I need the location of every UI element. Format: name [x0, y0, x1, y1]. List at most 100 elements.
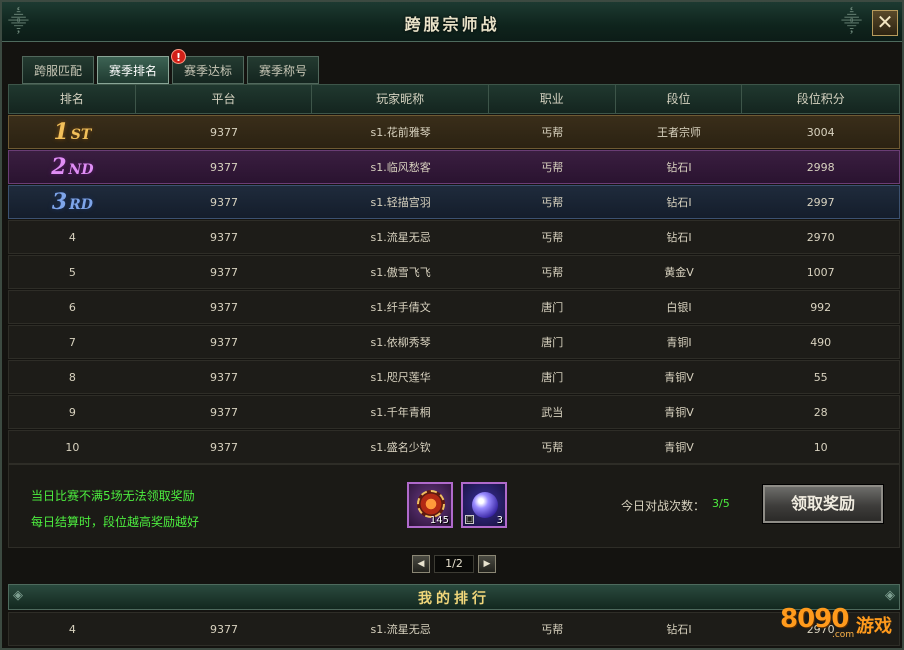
rank-cell: 3 RD [9, 189, 136, 215]
tab-season-titles[interactable]: 赛季称号 [247, 56, 319, 84]
rank-cell: 5 [68, 265, 76, 279]
rank-cell: 7 [68, 335, 76, 349]
platform-cell: 9377 [210, 370, 239, 384]
table-row[interactable]: 3 RD 9377 s1.轻描宫羽 丐帮 钻石I 2997 [8, 185, 900, 219]
tier-cell: 钻石I [666, 231, 692, 244]
score-cell: 28 [813, 405, 828, 419]
header-rank: 排名 [9, 85, 136, 113]
platform-cell: 9377 [210, 300, 239, 314]
header-tier-score: 段位积分 [796, 92, 845, 106]
table-row[interactable]: 4 9377 s1.流星无忌 丐帮 钻石I 2970 [8, 220, 900, 254]
tier-cell: 青铜I [666, 336, 692, 349]
pagination: ◀ 1/2 ▶ [412, 554, 496, 574]
player-name-cell: s1.流星无忌 [370, 623, 431, 636]
table-row[interactable]: 10 9377 s1.盛名少钦 丐帮 青铜V 10 [8, 430, 900, 464]
table-row[interactable]: 8 9377 s1.咫尺莲华 唐门 青铜V 55 [8, 360, 900, 394]
tier-cell: 钻石I [666, 196, 692, 209]
table-row[interactable]: 5 9377 s1.傲雪飞飞 丐帮 黄金V 1007 [8, 255, 900, 289]
claim-reward-button[interactable]: 领取奖励 [763, 485, 883, 523]
platform-cell: 9377 [210, 440, 239, 454]
player-name-cell: s1.流星无忌 [370, 231, 431, 244]
platform-cell: 9377 [210, 622, 239, 636]
score-cell: 992 [810, 300, 832, 314]
tier-cell: 黄金V [664, 266, 694, 279]
rule-tip-higher-tier: 每日结算时，段位越高奖励越好 [31, 515, 200, 529]
purple-orb-icon [472, 492, 498, 518]
class-cell: 丐帮 [541, 126, 564, 139]
reward-item-slot[interactable]: □ 3 [461, 482, 507, 528]
cross-server-master-window: ⸎ 跨服宗师战 ⸎ ✕ 跨服匹配 赛季排名 ! 赛季达标 赛季称号 排名 平台 玩… [0, 0, 904, 650]
next-page-button[interactable]: ▶ [478, 555, 496, 573]
player-name-cell: s1.纤手倩文 [370, 301, 431, 314]
table-row[interactable]: 9 9377 s1.千年青桐 武当 青铜V 28 [8, 395, 900, 429]
score-cell: 490 [810, 335, 832, 349]
rank-cell: 1 ST [9, 119, 136, 145]
alert-badge-icon: ! [171, 49, 186, 64]
title-bar: ⸎ 跨服宗师战 ⸎ ✕ [2, 2, 902, 42]
tab-season-ranking[interactable]: 赛季排名 [97, 56, 169, 84]
player-name-cell: s1.盛名少钦 [370, 441, 431, 454]
tab-season-goals[interactable]: ! 赛季达标 [171, 49, 244, 84]
header-class: 职业 [489, 85, 616, 113]
tier-cell: 青铜V [664, 406, 694, 419]
daily-battles-label: 今日对战次数： [621, 499, 706, 513]
close-button[interactable]: ✕ [872, 10, 898, 36]
reward-item-slot[interactable]: 145 [407, 482, 453, 528]
score-cell: 3004 [806, 125, 835, 139]
rank-cell: 9 [68, 405, 76, 419]
rank-cell: 10 [65, 440, 80, 454]
my-ranking-title: 我的排行 [418, 591, 490, 607]
score-cell: 2998 [806, 160, 835, 174]
third-place-medal: 3 RD [51, 189, 93, 215]
watermark-chinese: 游戏 [856, 616, 892, 637]
second-place-medal: 2 ND [51, 154, 94, 180]
my-ranking-header: ◈ 我的排行 ◈ [8, 584, 900, 610]
corner-ornament-icon: ⸎ [841, 9, 862, 33]
tab-cross-server-match[interactable]: 跨服匹配 [22, 56, 94, 84]
class-cell: 丐帮 [541, 623, 564, 636]
class-cell: 丐帮 [541, 161, 564, 174]
prev-page-button[interactable]: ◀ [412, 555, 430, 573]
table-row[interactable]: 2 ND 9377 s1.临风愁客 丐帮 钻石I 2998 [8, 150, 900, 184]
tab-label: 赛季排名 [108, 64, 157, 78]
platform-cell: 9377 [210, 160, 239, 174]
table-row[interactable]: 7 9377 s1.依柳秀琴 唐门 青铜I 490 [8, 325, 900, 359]
tier-cell: 钻石I [666, 623, 692, 636]
player-name-cell: s1.傲雪飞飞 [370, 266, 431, 279]
player-name-cell: s1.千年青桐 [370, 406, 431, 419]
table-row[interactable]: 1 ST 9377 s1.花前雅琴 丐帮 王者宗师 3004 [8, 115, 900, 149]
window-title: 跨服宗师战 [404, 15, 500, 34]
daily-battles-value: 3/5 [712, 497, 730, 510]
rule-tip-min-matches: 当日比赛不满5场无法领取奖励 [31, 489, 195, 503]
class-cell: 唐门 [541, 336, 564, 349]
score-cell: 2970 [806, 230, 835, 244]
player-name-cell: s1.咫尺莲华 [370, 371, 431, 384]
bound-item-icon: □ [465, 515, 474, 524]
header-tier: 段位 [616, 85, 743, 113]
my-ranking-row: 4 9377 s1.流星无忌 丐帮 钻石I 2970 [8, 612, 900, 646]
class-cell: 丐帮 [541, 266, 564, 279]
tab-label: 赛季达标 [183, 64, 232, 78]
player-name-cell: s1.花前雅琴 [370, 126, 431, 139]
score-cell: 55 [813, 370, 828, 384]
tier-cell: 白银I [666, 301, 692, 314]
site-watermark-logo: 8090 游戏 .com [778, 592, 902, 648]
tier-cell: 青铜V [664, 371, 694, 384]
platform-cell: 9377 [210, 335, 239, 349]
tier-cell: 青铜V [664, 441, 694, 454]
tier-cell: 王者宗师 [657, 126, 702, 139]
tab-bar: 跨服匹配 赛季排名 ! 赛季达标 赛季称号 [22, 49, 319, 84]
gear-medal-icon [417, 490, 445, 518]
platform-cell: 9377 [210, 405, 239, 419]
reward-info-panel: 当日比赛不满5场无法领取奖励 每日结算时，段位越高奖励越好 145 □ 3 今日… [8, 464, 900, 548]
score-cell: 1007 [806, 265, 835, 279]
rank-cell: 8 [68, 370, 76, 384]
rank-cell: 2 ND [9, 154, 136, 180]
class-cell: 唐门 [541, 371, 564, 384]
class-cell: 丐帮 [541, 196, 564, 209]
table-row[interactable]: 6 9377 s1.纤手倩文 唐门 白银I 992 [8, 290, 900, 324]
reward-count: 145 [429, 515, 449, 526]
score-cell: 2997 [806, 195, 835, 209]
page-indicator: 1/2 [434, 555, 474, 573]
tier-cell: 钻石I [666, 161, 692, 174]
